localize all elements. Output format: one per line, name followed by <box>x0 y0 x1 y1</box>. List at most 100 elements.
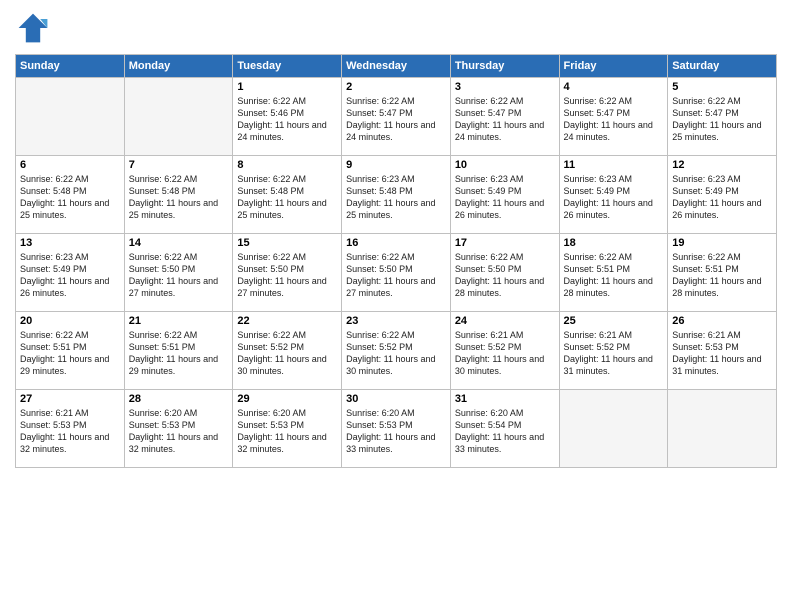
day-info: Sunrise: 6:21 AMSunset: 5:53 PMDaylight:… <box>20 407 120 456</box>
calendar-cell: 5 Sunrise: 6:22 AMSunset: 5:47 PMDaylight… <box>668 78 777 156</box>
day-number: 19 <box>672 237 772 249</box>
day-info: Sunrise: 6:20 AMSunset: 5:54 PMDaylight:… <box>455 407 555 456</box>
day-info: Sunrise: 6:22 AMSunset: 5:47 PMDaylight:… <box>672 95 772 144</box>
day-number: 26 <box>672 315 772 327</box>
day-info: Sunrise: 6:20 AMSunset: 5:53 PMDaylight:… <box>237 407 337 456</box>
calendar-cell: 26 Sunrise: 6:21 AMSunset: 5:53 PMDayligh… <box>668 312 777 390</box>
weekday-header-row: SundayMondayTuesdayWednesdayThursdayFrid… <box>16 55 777 78</box>
calendar-cell: 13Sunrise: 6:23 AMSunset: 5:49 PMDayligh… <box>16 234 125 312</box>
day-number: 15 <box>237 237 337 249</box>
calendar-cell: 9 Sunrise: 6:23 AMSunset: 5:48 PMDaylight… <box>342 156 451 234</box>
day-info: Sunrise: 6:22 AMSunset: 5:52 PMDaylight:… <box>237 329 337 378</box>
calendar-cell: 15 Sunrise: 6:22 AMSunset: 5:50 PMDayligh… <box>233 234 342 312</box>
calendar-body: 1Sunrise: 6:22 AMSunset: 5:46 PMDaylight… <box>16 78 777 468</box>
day-info: Sunrise: 6:20 AMSunset: 5:53 PMDaylight:… <box>346 407 446 456</box>
day-info: Sunrise: 6:22 AMSunset: 5:47 PMDaylight:… <box>564 95 664 144</box>
day-info: Sunrise: 6:22 AMSunset: 5:50 PMDaylight:… <box>237 251 337 300</box>
calendar-cell: 2 Sunrise: 6:22 AMSunset: 5:47 PMDaylight… <box>342 78 451 156</box>
calendar-cell: 27Sunrise: 6:21 AMSunset: 5:53 PMDayligh… <box>16 390 125 468</box>
calendar-cell: 18Sunrise: 6:22 AMSunset: 5:51 PMDayligh… <box>559 234 668 312</box>
day-info: Sunrise: 6:22 AMSunset: 5:48 PMDaylight:… <box>237 173 337 222</box>
calendar-cell: 8 Sunrise: 6:22 AMSunset: 5:48 PMDaylight… <box>233 156 342 234</box>
day-info: Sunrise: 6:23 AMSunset: 5:49 PMDaylight:… <box>564 173 664 222</box>
day-number: 25 <box>564 315 664 327</box>
day-number: 16 <box>346 237 446 249</box>
day-info: Sunrise: 6:21 AMSunset: 5:53 PMDaylight:… <box>672 329 772 378</box>
day-number: 11 <box>564 159 664 171</box>
day-number: 23 <box>346 315 446 327</box>
day-number: 21 <box>129 315 229 327</box>
day-info: Sunrise: 6:21 AMSunset: 5:52 PMDaylight:… <box>564 329 664 378</box>
logo <box>15 10 55 46</box>
weekday-header-friday: Friday <box>559 55 668 78</box>
weekday-header-sunday: Sunday <box>16 55 125 78</box>
calendar-cell: 20Sunrise: 6:22 AMSunset: 5:51 PMDayligh… <box>16 312 125 390</box>
day-number: 10 <box>455 159 555 171</box>
day-info: Sunrise: 6:22 AMSunset: 5:48 PMDaylight:… <box>129 173 229 222</box>
calendar-cell: 17 Sunrise: 6:22 AMSunset: 5:50 PMDayligh… <box>450 234 559 312</box>
day-info: Sunrise: 6:22 AMSunset: 5:50 PMDaylight:… <box>346 251 446 300</box>
day-info: Sunrise: 6:21 AMSunset: 5:52 PMDaylight:… <box>455 329 555 378</box>
header <box>15 10 777 46</box>
calendar-cell: 16 Sunrise: 6:22 AMSunset: 5:50 PMDayligh… <box>342 234 451 312</box>
day-number: 1 <box>237 81 337 93</box>
calendar-cell: 24 Sunrise: 6:21 AMSunset: 5:52 PMDayligh… <box>450 312 559 390</box>
day-number: 31 <box>455 393 555 405</box>
calendar-cell: 21 Sunrise: 6:22 AMSunset: 5:51 PMDayligh… <box>124 312 233 390</box>
day-info: Sunrise: 6:22 AMSunset: 5:50 PMDaylight:… <box>129 251 229 300</box>
weekday-header-monday: Monday <box>124 55 233 78</box>
calendar-cell: 4 Sunrise: 6:22 AMSunset: 5:47 PMDaylight… <box>559 78 668 156</box>
day-info: Sunrise: 6:23 AMSunset: 5:48 PMDaylight:… <box>346 173 446 222</box>
day-number: 3 <box>455 81 555 93</box>
calendar-cell: 3 Sunrise: 6:22 AMSunset: 5:47 PMDaylight… <box>450 78 559 156</box>
calendar-cell <box>16 78 125 156</box>
day-number: 24 <box>455 315 555 327</box>
day-info: Sunrise: 6:22 AMSunset: 5:51 PMDaylight:… <box>129 329 229 378</box>
weekday-header-wednesday: Wednesday <box>342 55 451 78</box>
day-number: 30 <box>346 393 446 405</box>
calendar-cell: 7 Sunrise: 6:22 AMSunset: 5:48 PMDaylight… <box>124 156 233 234</box>
calendar-cell <box>124 78 233 156</box>
calendar-cell: 29Sunrise: 6:20 AMSunset: 5:53 PMDayligh… <box>233 390 342 468</box>
day-info: Sunrise: 6:22 AMSunset: 5:51 PMDaylight:… <box>564 251 664 300</box>
day-number: 8 <box>237 159 337 171</box>
calendar-cell: 6Sunrise: 6:22 AMSunset: 5:48 PMDaylight… <box>16 156 125 234</box>
day-number: 4 <box>564 81 664 93</box>
calendar-cell: 19 Sunrise: 6:22 AMSunset: 5:51 PMDayligh… <box>668 234 777 312</box>
day-info: Sunrise: 6:20 AMSunset: 5:53 PMDaylight:… <box>129 407 229 456</box>
page: SundayMondayTuesdayWednesdayThursdayFrid… <box>0 0 792 612</box>
logo-icon <box>15 10 51 46</box>
calendar-cell: 23 Sunrise: 6:22 AMSunset: 5:52 PMDayligh… <box>342 312 451 390</box>
calendar-cell: 25 Sunrise: 6:21 AMSunset: 5:52 PMDayligh… <box>559 312 668 390</box>
calendar-cell: 10 Sunrise: 6:23 AMSunset: 5:49 PMDayligh… <box>450 156 559 234</box>
day-number: 7 <box>129 159 229 171</box>
calendar-week-2: 6Sunrise: 6:22 AMSunset: 5:48 PMDaylight… <box>16 156 777 234</box>
calendar-week-5: 27Sunrise: 6:21 AMSunset: 5:53 PMDayligh… <box>16 390 777 468</box>
day-info: Sunrise: 6:22 AMSunset: 5:51 PMDaylight:… <box>672 251 772 300</box>
calendar-cell: 12Sunrise: 6:23 AMSunset: 5:49 PMDayligh… <box>668 156 777 234</box>
calendar-cell <box>559 390 668 468</box>
calendar-cell: 30 Sunrise: 6:20 AMSunset: 5:53 PMDayligh… <box>342 390 451 468</box>
day-number: 12 <box>672 159 772 171</box>
day-number: 14 <box>129 237 229 249</box>
day-number: 20 <box>20 315 120 327</box>
day-number: 2 <box>346 81 446 93</box>
calendar-cell: 11 Sunrise: 6:23 AMSunset: 5:49 PMDayligh… <box>559 156 668 234</box>
calendar-cell: 1Sunrise: 6:22 AMSunset: 5:46 PMDaylight… <box>233 78 342 156</box>
day-number: 28 <box>129 393 229 405</box>
day-info: Sunrise: 6:23 AMSunset: 5:49 PMDaylight:… <box>455 173 555 222</box>
day-info: Sunrise: 6:22 AMSunset: 5:52 PMDaylight:… <box>346 329 446 378</box>
calendar-cell: 14 Sunrise: 6:22 AMSunset: 5:50 PMDayligh… <box>124 234 233 312</box>
day-info: Sunrise: 6:22 AMSunset: 5:50 PMDaylight:… <box>455 251 555 300</box>
day-info: Sunrise: 6:22 AMSunset: 5:47 PMDaylight:… <box>346 95 446 144</box>
calendar-week-3: 13Sunrise: 6:23 AMSunset: 5:49 PMDayligh… <box>16 234 777 312</box>
day-info: Sunrise: 6:22 AMSunset: 5:48 PMDaylight:… <box>20 173 120 222</box>
weekday-header-thursday: Thursday <box>450 55 559 78</box>
day-info: Sunrise: 6:22 AMSunset: 5:47 PMDaylight:… <box>455 95 555 144</box>
weekday-header-saturday: Saturday <box>668 55 777 78</box>
day-number: 9 <box>346 159 446 171</box>
calendar-header: SundayMondayTuesdayWednesdayThursdayFrid… <box>16 55 777 78</box>
day-number: 17 <box>455 237 555 249</box>
day-number: 5 <box>672 81 772 93</box>
calendar-cell <box>668 390 777 468</box>
